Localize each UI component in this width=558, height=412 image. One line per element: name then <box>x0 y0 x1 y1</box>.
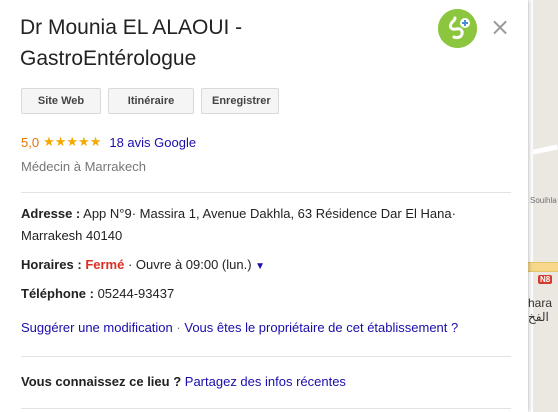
address-row: Adresse : App N°9· Massira 1, Avenue Dak… <box>21 203 501 247</box>
rating-row: 5,0 ★★★★★ 18 avis Google <box>21 135 196 150</box>
hours-status: Fermé <box>85 257 125 272</box>
place-title: Dr Mounia EL ALAOUI - GastroEntérologue <box>20 16 243 70</box>
share-info-link[interactable]: Partagez des infos récentes <box>185 374 346 389</box>
phone-row: Téléphone : 05244-93437 <box>21 283 501 305</box>
action-buttons: Site Web Itinéraire Enregistrer <box>21 88 279 114</box>
owner-claim-link[interactable]: Vous êtes le propriétaire de cet établis… <box>184 320 458 335</box>
know-this-place-row: Vous connaissez ce lieu ? Partagez des i… <box>21 374 346 389</box>
directions-button[interactable]: Itinéraire <box>108 88 194 114</box>
divider <box>21 192 511 193</box>
reviews-link[interactable]: 18 avis Google <box>109 135 196 150</box>
map-label-souihla: Souihla <box>530 196 557 205</box>
place-category: Médecin à Marrakech <box>21 159 146 174</box>
address-value: App N°9· Massira 1, Avenue Dakhla, 63 Ré… <box>21 206 456 243</box>
address-label: Adresse : <box>21 206 81 221</box>
hours-row: Horaires : Fermé · Ouvre à 09:00 (lun.) … <box>21 254 501 278</box>
suggest-edit-link[interactable]: Suggérer une modification <box>21 320 173 335</box>
know-label: Vous connaissez ce lieu ? <box>21 374 182 389</box>
map-place-latin: hara <box>528 296 553 310</box>
chevron-down-icon[interactable]: ▼ <box>255 261 265 272</box>
phone-label: Téléphone : <box>21 286 94 301</box>
close-icon[interactable]: × <box>487 14 513 40</box>
map-place-arabic: الفخ <box>528 310 549 324</box>
rating-stars-icon: ★★★★★ <box>43 135 102 150</box>
save-button[interactable]: Enregistrer <box>201 88 279 114</box>
map-route-shield: N8 <box>538 275 553 284</box>
divider <box>21 356 511 357</box>
edit-links: Suggérer une modification · Vous êtes le… <box>21 320 458 335</box>
gastro-logo-icon <box>438 9 477 48</box>
hours-next-open[interactable]: · Ouvre à 09:00 (lun.) <box>128 257 252 272</box>
link-separator: · <box>176 320 181 335</box>
rating-score: 5,0 <box>21 135 40 150</box>
divider <box>21 408 511 409</box>
phone-value[interactable]: 05244-93437 <box>98 286 175 301</box>
place-details-panel: Dr Mounia EL ALAOUI - GastroEntérologue … <box>0 0 528 412</box>
hours-label: Horaires : <box>21 257 82 272</box>
website-button[interactable]: Site Web <box>21 88 101 114</box>
